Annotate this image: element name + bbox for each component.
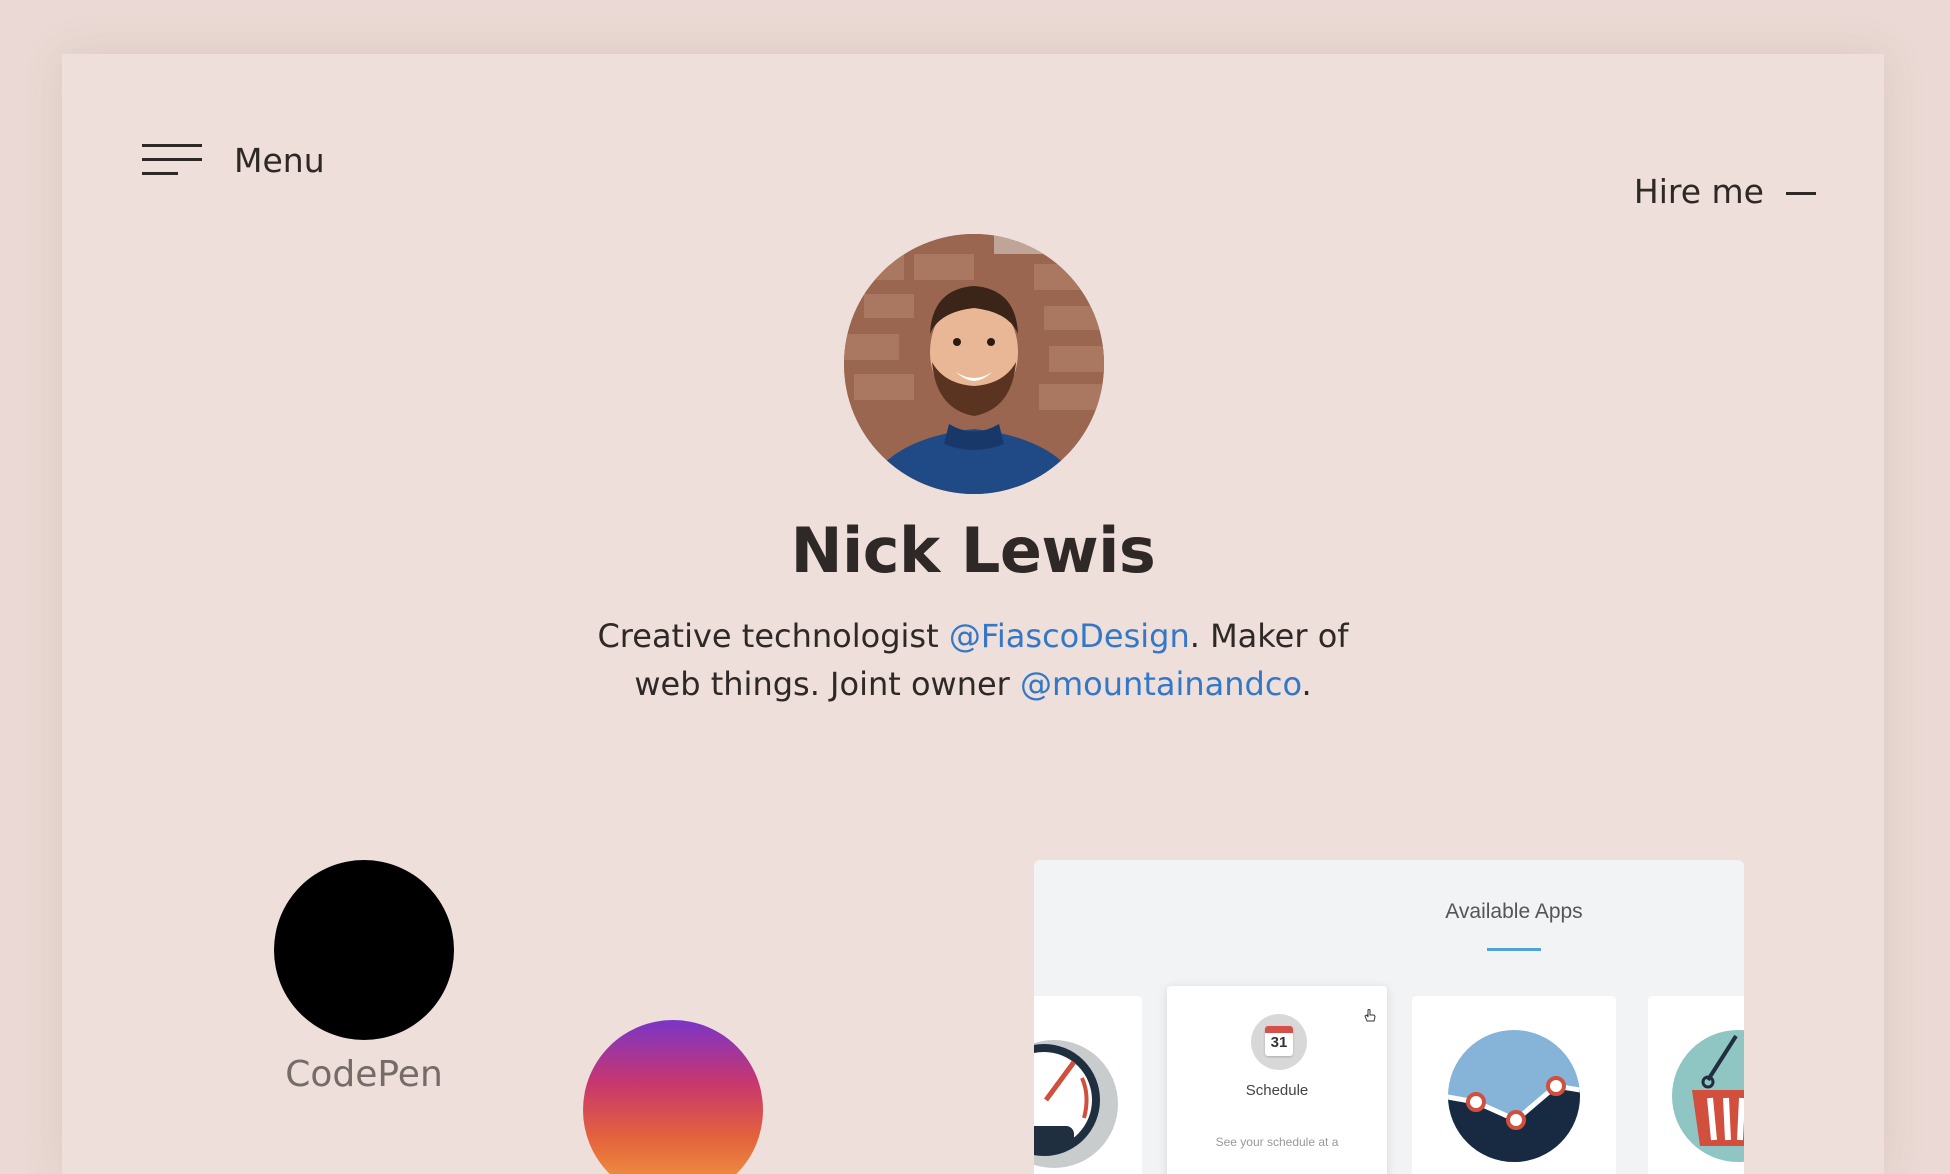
menu-button[interactable]: Menu	[142, 132, 325, 188]
hamburger-icon	[142, 142, 204, 178]
app-card-schedule[interactable]: 31 Schedule See your schedule at a	[1167, 986, 1387, 1174]
hire-me-label: Hire me	[1633, 172, 1764, 211]
instagram-logo[interactable]	[583, 1020, 763, 1174]
avatar	[844, 234, 1104, 494]
bio-text-part: Creative technologist	[597, 617, 949, 655]
app-card-basket[interactable]	[1648, 996, 1744, 1174]
hand-cursor-icon	[1364, 1009, 1376, 1022]
calendar-day: 31	[1270, 1034, 1288, 1051]
codepen-label[interactable]: CodePen	[212, 1054, 516, 1095]
apps-title-underline	[1487, 948, 1541, 951]
codepen-logo[interactable]	[274, 860, 454, 1040]
available-apps-preview[interactable]: Available Apps 31 Schedule See your sche…	[1034, 860, 1744, 1174]
mountainandco-link[interactable]: @mountainandco	[1020, 665, 1301, 703]
menu-label: Menu	[234, 140, 325, 180]
app-card-speedometer[interactable]	[1034, 996, 1142, 1174]
fiasco-design-link[interactable]: @FiascoDesign	[949, 617, 1190, 655]
dash-icon	[1786, 192, 1816, 195]
profile-name: Nick Lewis	[790, 514, 1156, 587]
apps-title: Available Apps	[1445, 900, 1583, 923]
page-card: Menu Hire me Nick Lewis Creative technol…	[62, 54, 1884, 1174]
basket-icon	[1672, 1030, 1744, 1162]
app-description: See your schedule at a	[1215, 1135, 1339, 1149]
hire-me-button[interactable]: Hire me	[1634, 172, 1816, 211]
bio-text: Creative technologist @FiascoDesign. Mak…	[582, 612, 1364, 708]
bio-text-part: .	[1301, 665, 1312, 703]
calendar-icon: 31	[1251, 1014, 1307, 1070]
speedometer-icon	[1034, 1040, 1118, 1168]
line-chart-icon	[1448, 1030, 1580, 1162]
app-card-analytics[interactable]	[1412, 996, 1616, 1174]
app-name: Schedule	[1245, 1082, 1309, 1099]
